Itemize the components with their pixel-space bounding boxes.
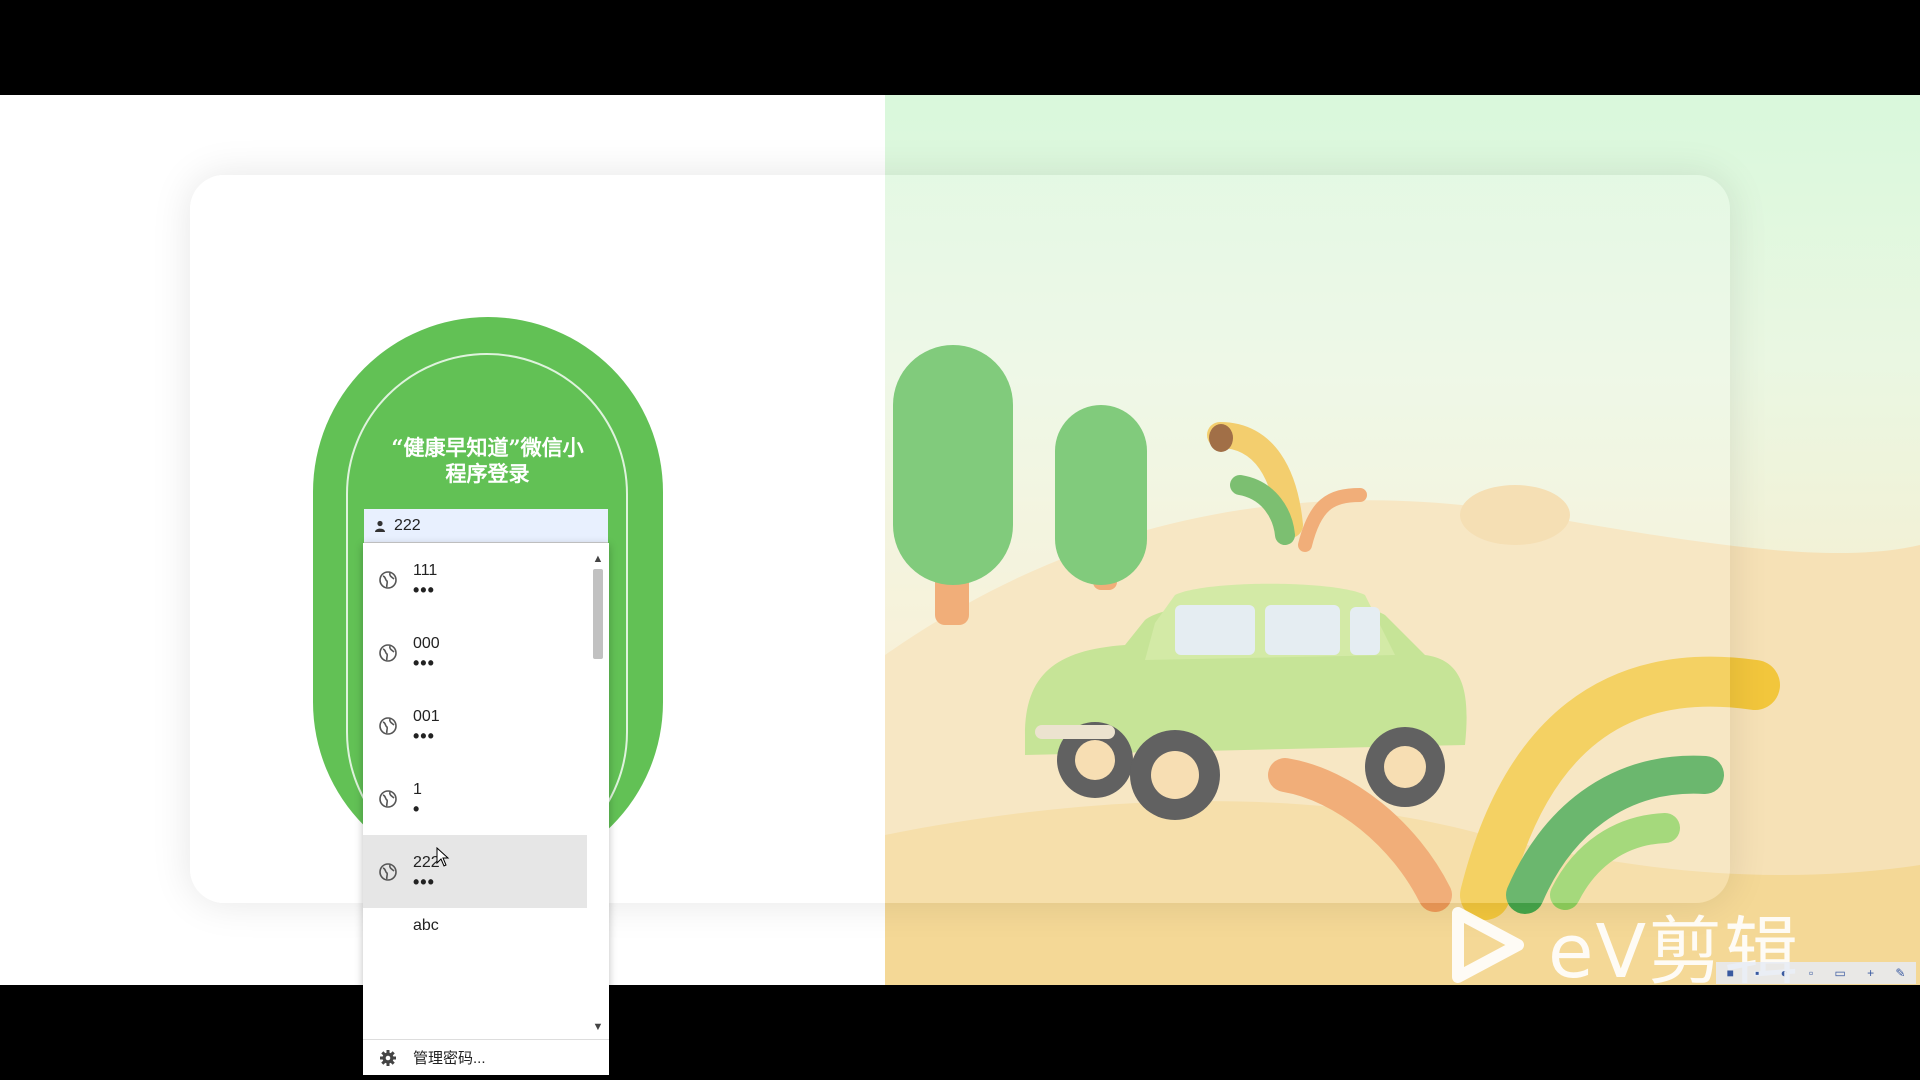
globe-icon: [379, 789, 397, 808]
tray-icon[interactable]: ◐: [1781, 966, 1788, 980]
scroll-thumb[interactable]: [593, 569, 603, 659]
globe-icon: [379, 570, 397, 589]
autofill-password-mask: •••: [413, 579, 435, 600]
login-title: “健康早知道”微信小程序登录: [391, 435, 584, 486]
tray-toolbar: ■ ▪ ◐ ▫ ▭ + ✎: [1716, 962, 1916, 984]
autofill-item[interactable]: 1 •: [363, 762, 587, 835]
autofill-item[interactable]: abc: [363, 908, 587, 948]
autofill-username: 1: [413, 780, 422, 798]
manage-passwords-label: 管理密码...: [413, 1050, 486, 1067]
scroll-up-icon[interactable]: ▲: [592, 553, 604, 565]
autofill-item[interactable]: 000 •••: [363, 616, 587, 689]
autofill-list: 111 ••• 000 ••• 001 ••• 1 • 222 ••• abc: [363, 543, 587, 1039]
globe-icon: [379, 716, 397, 735]
autofill-username: abc: [413, 917, 439, 934]
globe-icon: [379, 862, 397, 881]
autofill-item[interactable]: 001 •••: [363, 689, 587, 762]
play-logo-icon: [1452, 907, 1524, 983]
tray-icon[interactable]: ▪: [1755, 966, 1759, 980]
tray-icon[interactable]: ▭: [1835, 966, 1846, 980]
username-field[interactable]: [364, 509, 608, 543]
autofill-password-mask: •••: [413, 871, 435, 892]
autofill-item-hovered[interactable]: 222 •••: [363, 835, 587, 908]
manage-passwords-item[interactable]: 管理密码...: [363, 1039, 609, 1075]
autofill-password-mask: •••: [413, 725, 435, 746]
cursor-icon: [436, 847, 450, 867]
tray-icon[interactable]: ■: [1727, 966, 1734, 980]
autofill-item[interactable]: 111 •••: [363, 543, 587, 616]
user-icon: [375, 520, 385, 532]
scroll-down-icon[interactable]: ▼: [592, 1021, 604, 1033]
gear-icon: [380, 1049, 396, 1066]
autofill-password-mask: •••: [413, 652, 435, 673]
video-frame: “健康早知道”微信小程序登录: [0, 95, 1920, 985]
autofill-dropdown: 111 ••• 000 ••• 001 ••• 1 • 222 ••• abc …: [363, 543, 609, 1075]
globe-icon: [379, 643, 397, 662]
tray-icon[interactable]: +: [1867, 966, 1874, 980]
autofill-username: 111: [413, 561, 438, 579]
dropdown-scrollbar[interactable]: ▲ ▼: [587, 543, 609, 1039]
autofill-password-mask: •: [413, 798, 421, 819]
username-input[interactable]: [394, 516, 574, 535]
tray-icon[interactable]: ✎: [1895, 966, 1905, 980]
autofill-username: 000: [413, 634, 440, 652]
tray-icon[interactable]: ▫: [1809, 966, 1813, 980]
autofill-username: 001: [413, 707, 440, 725]
